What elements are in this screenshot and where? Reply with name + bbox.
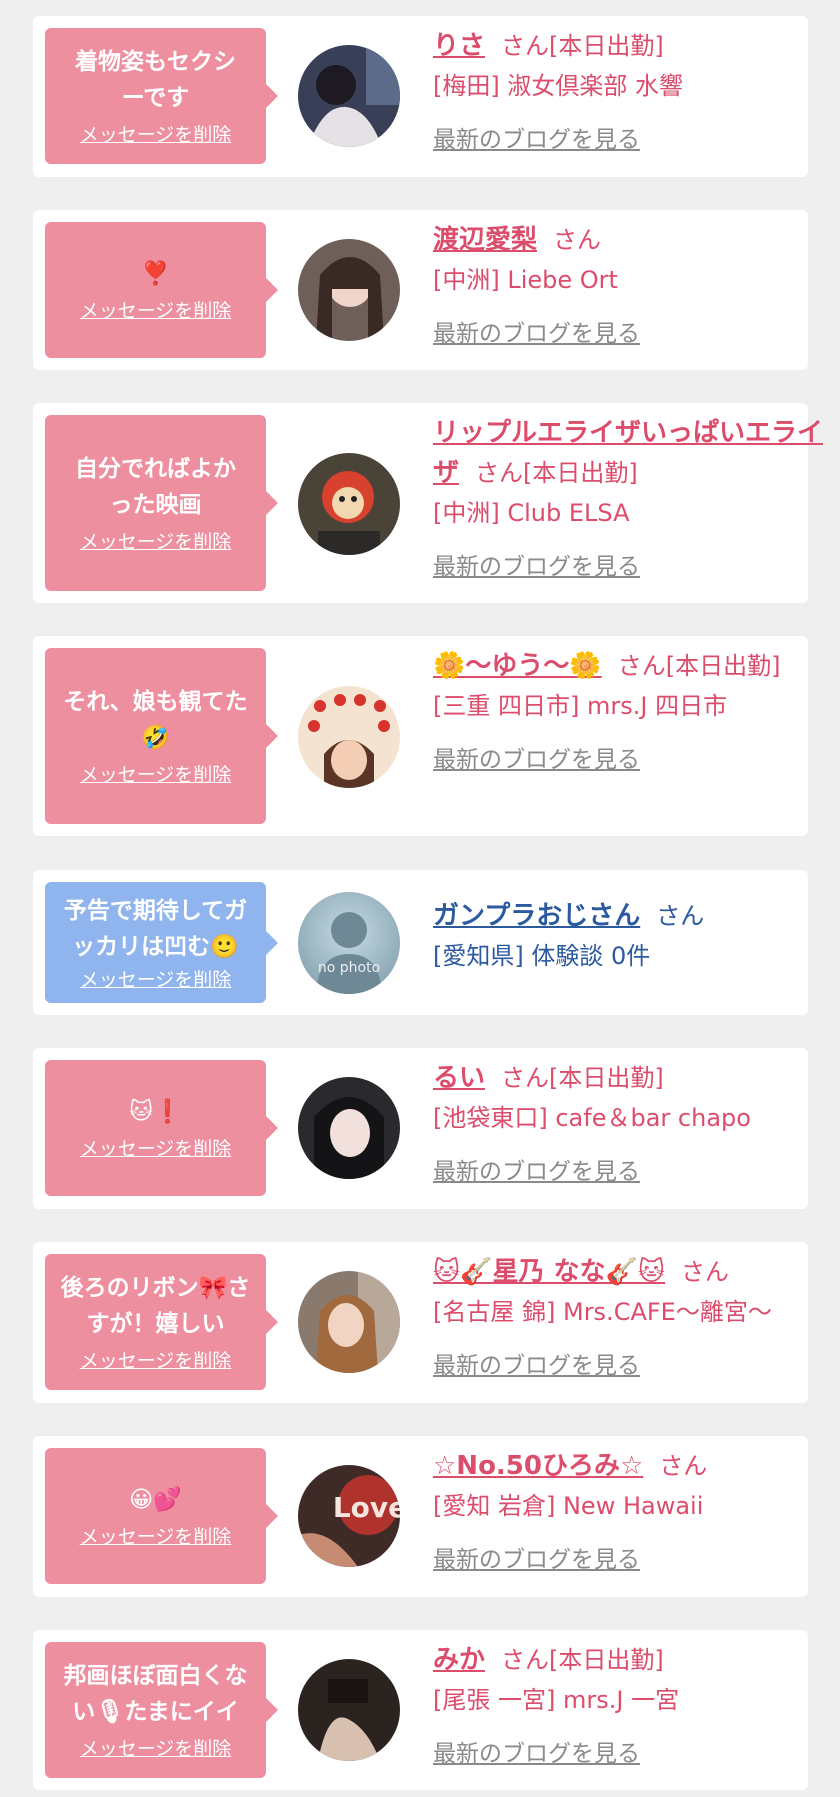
user-name-link[interactable]: 🐱🎸星乃 なな🎸🐱 — [433, 1257, 665, 1287]
message-card: 着物姿もセクシーです メッセージを削除 りさ さん[本日出勤] [梅田] 淑女倶楽… — [33, 16, 808, 177]
message-text: 後ろのリボン🎀さすが！嬉しい — [60, 1275, 251, 1337]
honorific: さん — [659, 1452, 708, 1480]
attendance-status: [本日出勤] — [549, 1064, 664, 1092]
avatar[interactable] — [298, 1077, 400, 1179]
message-bubble: 着物姿もセクシーです メッセージを削除 — [45, 28, 278, 164]
honorific: さん — [681, 1258, 730, 1286]
message-card: それ、娘も観てた🤣 メッセージを削除 🌼〜ゆう〜🌼 さん[本日出勤] [三重 四日… — [33, 636, 808, 836]
shop-info: [中洲] Liebe Ort — [433, 266, 618, 294]
message-bubble: ❣️ メッセージを削除 — [45, 222, 278, 358]
user-info: 🌼〜ゆう〜🌼 さん[本日出勤] [三重 四日市] mrs.J 四日市 最新のブログ… — [433, 646, 825, 780]
user-info: ☆No.50ひろみ☆ さん [愛知 岩倉] New Hawaii 最新のブログを見… — [433, 1446, 825, 1580]
honorific: さん — [501, 1064, 550, 1092]
no-photo-label: no photo — [318, 960, 380, 976]
attendance-status: [本日出勤] — [665, 652, 781, 680]
message-bubble: 😀💕 メッセージを削除 — [45, 1448, 278, 1584]
user-info: ガンプラおじさん さん [愛知県] 体験談 0件 — [433, 896, 825, 976]
delete-message-link[interactable]: メッセージを削除 — [80, 122, 232, 148]
message-card: 😀💕 メッセージを削除 Love ☆No.50ひろみ☆ さん [愛知 岩倉] Ne… — [33, 1436, 808, 1597]
latest-blog-link[interactable]: 最新のブログを見る — [433, 1152, 825, 1192]
message-text: 着物姿もセクシーです — [75, 49, 236, 111]
user-info: リップルエライザいっぱいエライザ さん[本日出勤] [中洲] Club ELSA … — [433, 413, 825, 587]
shop-info: [名古屋 錦] Mrs.CAFE〜離宮〜 — [433, 1298, 772, 1326]
delete-message-link[interactable]: メッセージを削除 — [80, 762, 232, 788]
user-name-link[interactable]: ☆No.50ひろみ☆ — [433, 1451, 643, 1481]
delete-message-link[interactable]: メッセージを削除 — [80, 1136, 232, 1162]
shop-info: [池袋東口] cafe＆bar chapo — [433, 1104, 751, 1132]
message-card: 邦画ほぼ面白くない🎙たまにイイ メッセージを削除 みか さん[本日出勤] [尾張 … — [33, 1630, 808, 1790]
user-name-link[interactable]: ガンプラおじさん — [433, 901, 640, 931]
user-info: るい さん[本日出勤] [池袋東口] cafe＆bar chapo 最新のブログを… — [433, 1058, 825, 1192]
avatar[interactable] — [298, 1271, 400, 1373]
delete-message-link[interactable]: メッセージを削除 — [80, 1348, 232, 1374]
message-bubble: 予告で期待してガッカリは凹む🙂 メッセージを削除 — [45, 882, 278, 1003]
shop-info: [梅田] 淑女倶楽部 水響 — [433, 72, 683, 100]
shop-info: [尾張 一宮] mrs.J 一宮 — [433, 1686, 680, 1714]
avatar[interactable] — [298, 1659, 400, 1761]
latest-blog-link[interactable]: 最新のブログを見る — [433, 547, 825, 587]
avatar[interactable]: no photo — [298, 892, 400, 994]
latest-blog-link[interactable]: 最新のブログを見る — [433, 740, 825, 780]
shop-info: [三重 四日市] mrs.J 四日市 — [433, 692, 728, 720]
honorific: さん — [501, 1646, 550, 1674]
message-bubble: 🐱❗ メッセージを削除 — [45, 1060, 278, 1196]
honorific: さん — [553, 226, 602, 254]
delete-message-link[interactable]: メッセージを削除 — [80, 298, 232, 324]
love-text: Love — [333, 1491, 400, 1524]
latest-blog-link[interactable]: 最新のブログを見る — [433, 120, 825, 160]
honorific: さん — [501, 32, 550, 60]
user-info: 🐱🎸星乃 なな🎸🐱 さん [名古屋 錦] Mrs.CAFE〜離宮〜 最新のブログを… — [433, 1252, 825, 1386]
message-card: ❣️ メッセージを削除 渡辺愛梨 さん [中洲] Liebe Ort 最新のブログ… — [33, 210, 808, 370]
message-text: 😀💕 — [129, 1487, 182, 1513]
message-bubble: 後ろのリボン🎀さすが！嬉しい メッセージを削除 — [45, 1254, 278, 1390]
message-card: 自分でればよかった映画 メッセージを削除 リップルエライザいっぱいエライザ さん[… — [33, 403, 823, 603]
delete-message-link[interactable]: メッセージを削除 — [80, 529, 232, 555]
message-text: 🐱❗ — [129, 1099, 182, 1125]
avatar[interactable]: Love — [298, 1465, 400, 1567]
message-card: 予告で期待してガッカリは凹む🙂 メッセージを削除 no photo ガンプラおじ… — [33, 870, 808, 1015]
honorific: さん — [656, 902, 705, 930]
user-name-link[interactable]: りさ — [433, 31, 485, 61]
message-bubble: 自分でればよかった映画 メッセージを削除 — [45, 415, 278, 591]
message-text: 邦画ほぼ面白くない🎙たまにイイ — [63, 1663, 248, 1725]
user-name-link[interactable]: るい — [433, 1063, 485, 1093]
attendance-status: [本日出勤] — [523, 459, 638, 487]
user-name-link[interactable]: 🌼〜ゆう〜🌼 — [433, 651, 602, 681]
avatar[interactable] — [298, 239, 400, 341]
attendance-status: [本日出勤] — [549, 1646, 664, 1674]
user-name-link[interactable]: 渡辺愛梨 — [433, 225, 537, 255]
latest-blog-link[interactable]: 最新のブログを見る — [433, 1734, 825, 1774]
message-text: それ、娘も観てた🤣 — [63, 689, 248, 751]
message-text: ❣️ — [141, 261, 170, 287]
latest-blog-link[interactable]: 最新のブログを見る — [433, 1540, 825, 1580]
message-card: 🐱❗ メッセージを削除 るい さん[本日出勤] [池袋東口] cafe＆bar c… — [33, 1048, 808, 1209]
shop-info: [愛知県] 体験談 0件 — [433, 942, 651, 970]
latest-blog-link[interactable]: 最新のブログを見る — [433, 1346, 825, 1386]
honorific: さん — [617, 652, 666, 680]
user-info: 渡辺愛梨 さん [中洲] Liebe Ort 最新のブログを見る — [433, 220, 825, 354]
message-text: 予告で期待してガッカリは凹む🙂 — [63, 897, 248, 960]
attendance-status: [本日出勤] — [549, 32, 664, 60]
message-text: 自分でればよかった映画 — [75, 456, 236, 518]
message-list: 着物姿もセクシーです メッセージを削除 りさ さん[本日出勤] [梅田] 淑女倶楽… — [0, 0, 840, 1797]
user-info: りさ さん[本日出勤] [梅田] 淑女倶楽部 水響 最新のブログを見る — [433, 26, 825, 160]
avatar[interactable] — [298, 686, 400, 788]
delete-message-link[interactable]: メッセージを削除 — [80, 967, 232, 993]
shop-info: [中洲] Club ELSA — [433, 499, 630, 527]
avatar[interactable] — [298, 45, 400, 147]
avatar[interactable] — [298, 453, 400, 555]
message-bubble: それ、娘も観てた🤣 メッセージを削除 — [45, 648, 278, 824]
delete-message-link[interactable]: メッセージを削除 — [80, 1736, 232, 1762]
message-card: 後ろのリボン🎀さすが！嬉しい メッセージを削除 🐱🎸星乃 なな🎸🐱 さん [名古屋… — [33, 1242, 808, 1403]
user-info: みか さん[本日出勤] [尾張 一宮] mrs.J 一宮 最新のブログを見る — [433, 1640, 825, 1774]
honorific: さん — [475, 459, 524, 487]
latest-blog-link[interactable]: 最新のブログを見る — [433, 314, 825, 354]
user-name-link[interactable]: みか — [433, 1645, 485, 1675]
shop-info: [愛知 岩倉] New Hawaii — [433, 1492, 704, 1520]
delete-message-link[interactable]: メッセージを削除 — [80, 1524, 232, 1550]
message-bubble: 邦画ほぼ面白くない🎙たまにイイ メッセージを削除 — [45, 1642, 278, 1778]
